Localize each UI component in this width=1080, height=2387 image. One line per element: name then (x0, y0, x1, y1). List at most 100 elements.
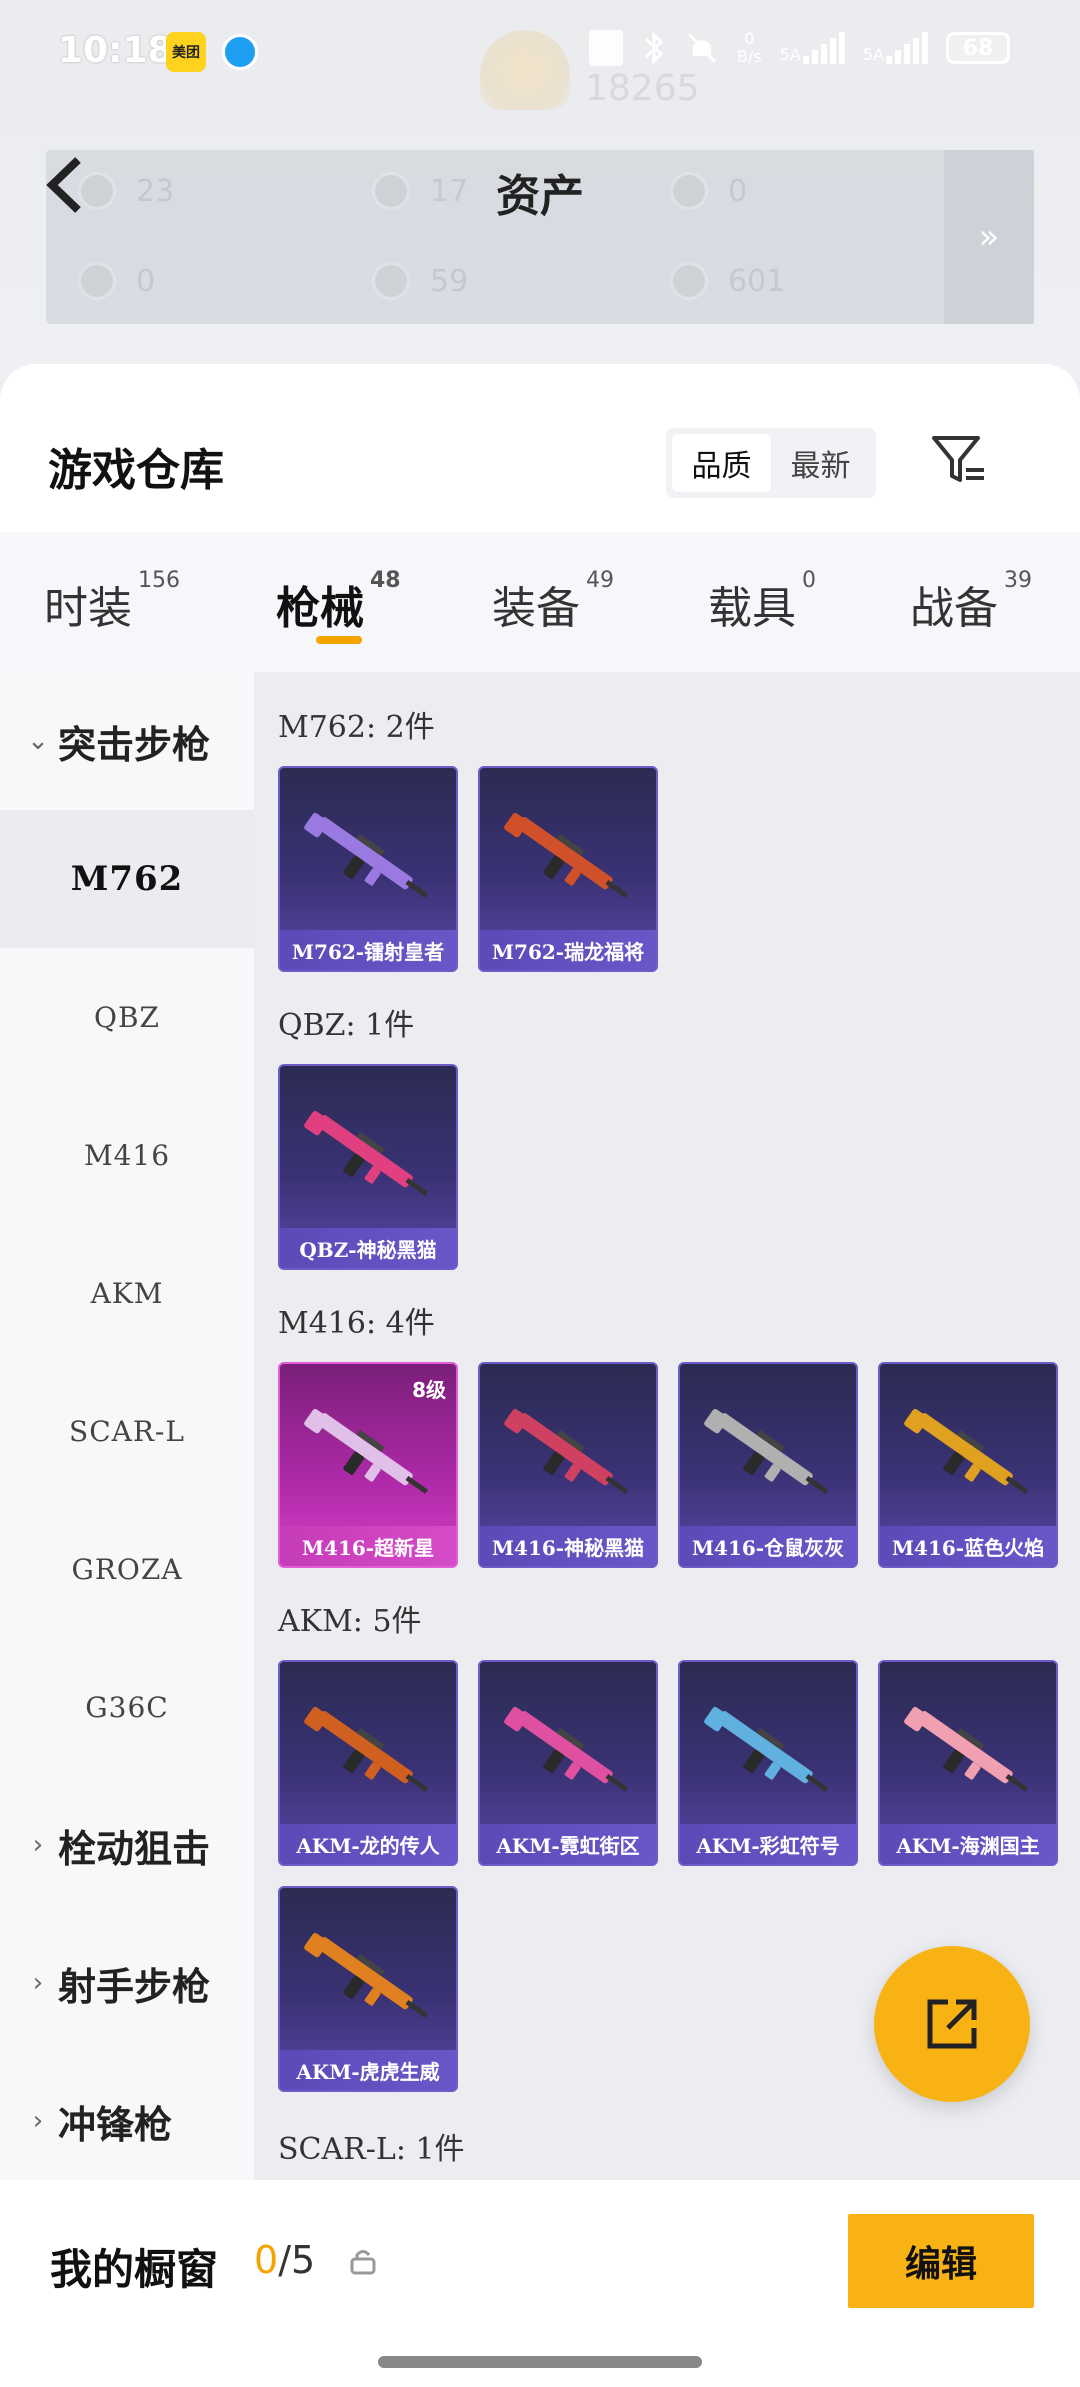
battery-indicator: 68 (946, 32, 1010, 64)
card-icon (78, 262, 116, 300)
sidebar-item-scar-l[interactable]: SCAR-L (0, 1362, 254, 1500)
weapon-card-name: QBZ-神秘黑猫 (280, 1228, 456, 1268)
tab-supplies[interactable]: 战备39 (910, 568, 1032, 636)
edit-button[interactable]: 编辑 (848, 2214, 1034, 2308)
group-label-scar-l: SCAR-L: 1件 (278, 2132, 465, 2167)
filter-icon[interactable] (928, 430, 988, 490)
showcase-label: 我的橱窗 (50, 2245, 219, 2294)
asset-item: 17 (372, 172, 468, 210)
bluetooth-icon (644, 31, 664, 65)
tab-fashion[interactable]: 时装156 (44, 568, 180, 636)
weapon-level-badge: 8级 (412, 1378, 446, 1402)
share-button[interactable] (874, 1946, 1030, 2102)
active-tab-indicator (316, 636, 362, 644)
rifle-icon (904, 1408, 1028, 1494)
warehouse-title: 游戏仓库 (48, 445, 224, 496)
rifle-icon (504, 1408, 628, 1494)
weapon-card-name: AKM-霓虹街区 (480, 1824, 656, 1864)
weapon-sidebar: ⌄ 突击步枪 M762 QBZ M416 AKM SCAR-L GROZA G36… (0, 672, 254, 2182)
sort-toggle: 品质 最新 (666, 428, 876, 498)
home-indicator (378, 2356, 702, 2368)
rifle-icon (304, 1110, 428, 1196)
app-notification-icon (222, 34, 258, 70)
sidebar-cat-bolt-sniper[interactable]: › 栓动狙击 (0, 1776, 254, 1914)
expand-assets-icon[interactable]: » (944, 150, 1034, 324)
weapon-card[interactable]: M762-镭射皇者 (278, 766, 458, 972)
signal-2: 5A (863, 32, 928, 64)
rifle-icon (704, 1706, 828, 1792)
sidebar-cat-marksman-rifle[interactable]: › 射手步枪 (0, 1914, 254, 2052)
sidebar-item-qbz[interactable]: QBZ (0, 948, 254, 1086)
sidebar-item-g36c[interactable]: G36C (0, 1638, 254, 1776)
tab-equipment[interactable]: 装备49 (492, 568, 614, 636)
asset-item: 0 (78, 262, 155, 300)
asset-item: 59 (372, 262, 468, 300)
tab-firearms[interactable]: 枪械48 (276, 568, 401, 636)
signal-icon (886, 32, 928, 64)
rifle-icon (904, 1706, 1028, 1792)
group-label-m762: M762: 2件 (278, 710, 435, 745)
weapon-card[interactable]: AKM-霓虹街区 (478, 1660, 658, 1866)
weapon-card[interactable]: AKM-海渊国主 (878, 1660, 1058, 1866)
mute-icon (687, 32, 717, 64)
rifle-icon (304, 1408, 428, 1494)
weapon-card-name: AKM-龙的传人 (280, 1824, 456, 1864)
group-label-qbz: QBZ: 1件 (278, 1008, 415, 1043)
rifle-icon (504, 812, 628, 898)
rifle-icon (304, 1932, 428, 2018)
tab-vehicles[interactable]: 载具0 (708, 568, 816, 636)
weapon-card[interactable]: AKM-彩虹符号 (678, 1660, 858, 1866)
nfc-icon (589, 30, 624, 66)
chevron-right-icon: › (32, 2106, 44, 2136)
asset-item: 0 (670, 172, 747, 210)
weapon-card-name: AKM-彩虹符号 (680, 1824, 856, 1864)
chevron-down-icon: ⌄ (27, 726, 49, 756)
signal-1: 5A (780, 32, 845, 64)
signal-icon (802, 32, 845, 64)
weapon-card[interactable]: M416-神秘黑猫 (478, 1362, 658, 1568)
meituan-icon: 美团 (166, 32, 206, 72)
rifle-icon (304, 1706, 428, 1792)
status-bar: 10:18 美团 0 B/s 5A 5A 68 (0, 22, 1080, 82)
sort-newest-button[interactable]: 最新 (771, 434, 870, 492)
showcase-count: 0/5 (254, 2238, 316, 2282)
weapon-card-name: M416-超新星 (280, 1526, 456, 1566)
weapon-card[interactable]: AKM-虎虎生威 (278, 1886, 458, 2092)
sidebar-item-akm[interactable]: AKM (0, 1224, 254, 1362)
weapon-card[interactable]: M416-蓝色火焰 (878, 1362, 1058, 1568)
weapon-card[interactable]: QBZ-神秘黑猫 (278, 1064, 458, 1270)
weapon-card[interactable]: M762-瑞龙福将 (478, 766, 658, 972)
weapon-card[interactable]: M416-仓鼠灰灰 (678, 1362, 858, 1568)
weapon-card-name: AKM-海渊国主 (880, 1824, 1056, 1864)
weapon-card-name: M762-镭射皇者 (280, 930, 456, 970)
ticket-icon (78, 172, 116, 210)
lock-icon (350, 2250, 376, 2275)
weapon-card-name: M416-蓝色火焰 (880, 1526, 1056, 1566)
weapon-card-name: AKM-虎虎生威 (280, 2050, 456, 2090)
coin-icon (372, 172, 410, 210)
sidebar-cat-smg[interactable]: › 冲锋枪 (0, 2052, 254, 2190)
bronze-coin-icon (670, 262, 708, 300)
weapon-card[interactable]: 8级 M416-超新星 (278, 1362, 458, 1568)
chevron-right-icon: › (32, 1968, 44, 1998)
sort-quality-button[interactable]: 品质 (672, 434, 771, 492)
chevron-right-icon: › (32, 1830, 44, 1860)
category-tabs: 时装156 枪械48 装备49 载具0 战备39 (0, 532, 1080, 672)
status-time: 10:18 (58, 30, 173, 71)
group-label-akm: AKM: 5件 (278, 1604, 422, 1639)
sidebar-item-groza[interactable]: GROZA (0, 1500, 254, 1638)
weapon-card-name: M762-瑞龙福将 (480, 930, 656, 970)
external-link-icon (927, 1999, 977, 2049)
asset-item: 23 (78, 172, 174, 210)
weapon-card-name: M416-神秘黑猫 (480, 1526, 656, 1566)
rifle-icon (504, 1706, 628, 1792)
sidebar-item-m762[interactable]: M762 (0, 810, 254, 948)
sidebar-item-m416[interactable]: M416 (0, 1086, 254, 1224)
sidebar-cat-assault-rifle[interactable]: ⌄ 突击步枪 (0, 672, 254, 810)
weapon-card[interactable]: AKM-龙的传人 (278, 1660, 458, 1866)
weapon-card-name: M416-仓鼠灰灰 (680, 1526, 856, 1566)
medal-icon (670, 172, 708, 210)
asset-item: 601 (670, 262, 785, 300)
status-icons: 0 B/s 5A 5A 68 (589, 30, 1010, 66)
silver-coin-icon (372, 262, 410, 300)
